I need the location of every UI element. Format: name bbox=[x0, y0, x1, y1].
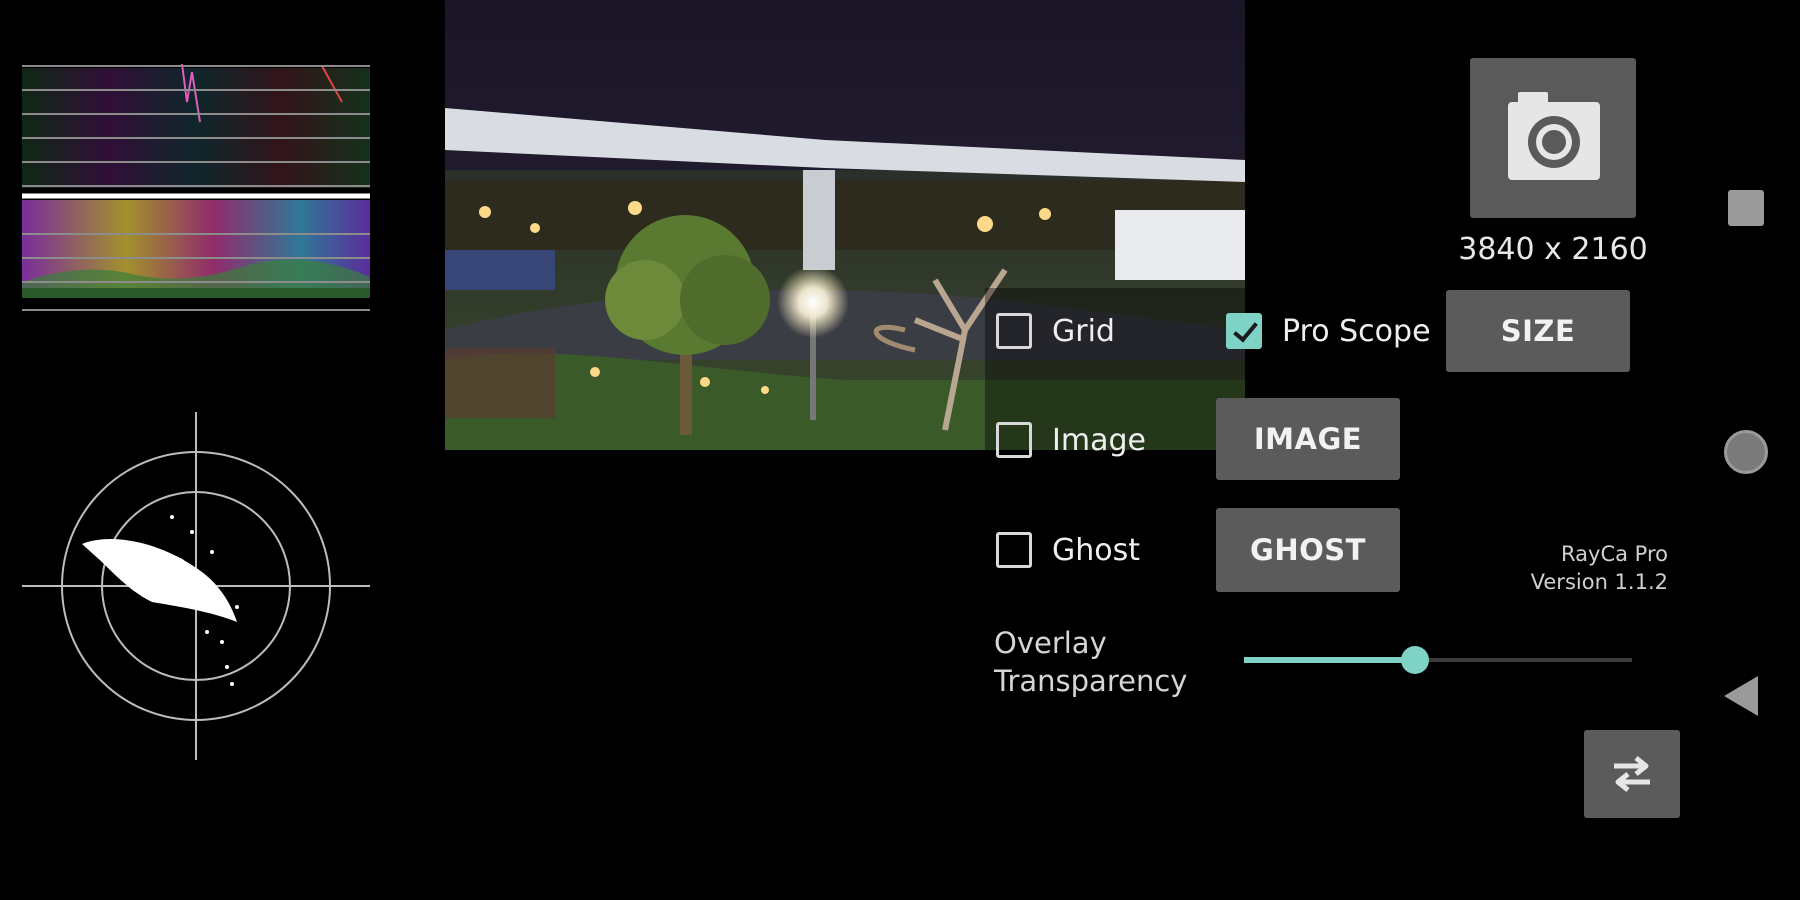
image-label: Image bbox=[1052, 422, 1146, 458]
app-version: Version 1.1.2 bbox=[1530, 570, 1668, 594]
overlay-transparency-text: Overlay Transparency bbox=[994, 626, 1188, 698]
resolution-readout: 3840 x 2160 bbox=[1458, 232, 1648, 267]
overlay-transparency-label: Overlay Transparency bbox=[994, 624, 1194, 700]
swap-arrows-icon bbox=[1614, 756, 1650, 792]
image-option[interactable]: Image bbox=[996, 422, 1146, 458]
app-name: RayCa Pro bbox=[1561, 542, 1668, 566]
grid-label: Grid bbox=[1052, 313, 1115, 349]
image-button[interactable]: IMAGE bbox=[1216, 398, 1400, 480]
pro-scope-checkbox[interactable] bbox=[1226, 313, 1262, 349]
grid-option[interactable]: Grid bbox=[996, 313, 1115, 349]
slider-thumb[interactable] bbox=[1400, 646, 1429, 674]
camera-icon bbox=[1508, 92, 1600, 180]
pro-scope-option[interactable]: Pro Scope bbox=[1226, 313, 1431, 349]
nav-back-button[interactable] bbox=[1724, 676, 1758, 716]
ghost-checkbox[interactable] bbox=[996, 532, 1032, 568]
pro-scope-label: Pro Scope bbox=[1282, 313, 1431, 349]
nav-home-button[interactable] bbox=[1724, 430, 1768, 474]
ghost-option[interactable]: Ghost bbox=[996, 532, 1140, 568]
size-button[interactable]: SIZE bbox=[1446, 290, 1630, 372]
grid-checkbox[interactable] bbox=[996, 313, 1032, 349]
overlay-transparency-slider[interactable] bbox=[1244, 646, 1632, 674]
slider-fill bbox=[1244, 657, 1415, 663]
shutter-button[interactable] bbox=[1470, 58, 1636, 218]
waveform-scope bbox=[22, 62, 370, 314]
vectorscope bbox=[22, 412, 370, 760]
nav-recent-apps-button[interactable] bbox=[1728, 190, 1764, 226]
image-checkbox[interactable] bbox=[996, 422, 1032, 458]
ghost-label: Ghost bbox=[1052, 532, 1141, 568]
ghost-button[interactable]: GHOST bbox=[1216, 508, 1400, 592]
swap-camera-button[interactable] bbox=[1584, 730, 1680, 818]
app-version-info: RayCa Pro Version 1.1.2 bbox=[1480, 540, 1668, 596]
